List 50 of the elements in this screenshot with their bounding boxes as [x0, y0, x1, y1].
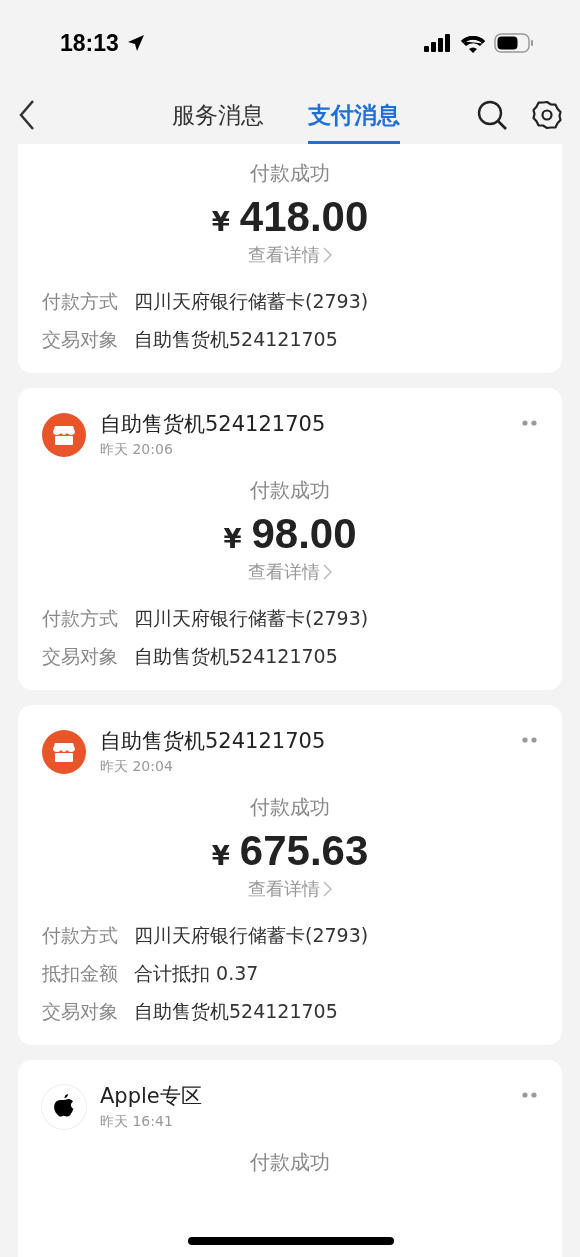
currency-symbol: ¥: [211, 207, 230, 237]
detail-value: 合计抵扣 0.37: [134, 961, 259, 986]
detail-label: 付款方式: [42, 923, 118, 948]
detail-value: 四川天府银行储蓄卡(2793): [134, 289, 369, 314]
payment-amount: 98.00: [251, 510, 357, 558]
location-arrow-icon: [126, 34, 145, 52]
detail-value: 自助售货机524121705: [134, 999, 338, 1024]
detail-label: 交易对象: [42, 327, 118, 352]
signal-icon: [424, 34, 452, 52]
payment-time: 昨天 16:41: [100, 1113, 174, 1131]
detail-label: 付款方式: [42, 606, 118, 631]
more-icon[interactable]: [522, 1092, 538, 1098]
payment-time: 昨天 20:06: [100, 441, 174, 459]
wifi-icon: [460, 33, 486, 53]
back-button[interactable]: [18, 99, 36, 131]
chevron-right-icon: [323, 564, 332, 580]
payment-status: 付款成功: [250, 794, 330, 821]
payment-amount: 418.00: [239, 193, 369, 241]
payment-status: 付款成功: [250, 477, 330, 504]
details-link[interactable]: 查看详情: [248, 243, 320, 267]
detail-value: 四川天府银行储蓄卡(2793): [134, 923, 369, 948]
storefront-icon: [52, 423, 76, 446]
details-link[interactable]: 查看详情: [248, 877, 320, 901]
merchant-name: Apple专区: [100, 1083, 203, 1110]
payment-time: 昨天 20:04: [100, 758, 174, 776]
clock-time: 18:13: [60, 29, 119, 57]
detail-value: 自助售货机524121705: [134, 327, 338, 352]
detail-label: 抵扣金额: [42, 961, 118, 986]
more-icon[interactable]: [522, 420, 538, 426]
merchant-name: 自助售货机524121705: [100, 411, 327, 438]
payment-status: 付款成功: [250, 160, 330, 187]
detail-value: 四川天府银行储蓄卡(2793): [134, 606, 369, 631]
chevron-right-icon: [323, 881, 332, 897]
payment-amount: 675.63: [239, 827, 369, 875]
chevron-right-icon: [323, 247, 332, 263]
currency-symbol: ¥: [223, 524, 242, 554]
detail-label: 交易对象: [42, 999, 118, 1024]
battery-icon: [494, 33, 534, 53]
search-icon[interactable]: [476, 99, 508, 131]
detail-label: 交易对象: [42, 644, 118, 669]
storefront-icon: [52, 740, 76, 763]
currency-symbol: ¥: [211, 841, 230, 871]
detail-value: 自助售货机524121705: [134, 644, 338, 669]
tab[interactable]: 服务消息: [172, 86, 264, 144]
payment-status: 付款成功: [250, 1149, 330, 1176]
merchant-name: 自助售货机524121705: [100, 728, 327, 755]
settings-icon[interactable]: [532, 100, 562, 130]
details-link[interactable]: 查看详情: [248, 560, 320, 584]
detail-label: 付款方式: [42, 289, 118, 314]
more-icon[interactable]: [522, 737, 538, 743]
